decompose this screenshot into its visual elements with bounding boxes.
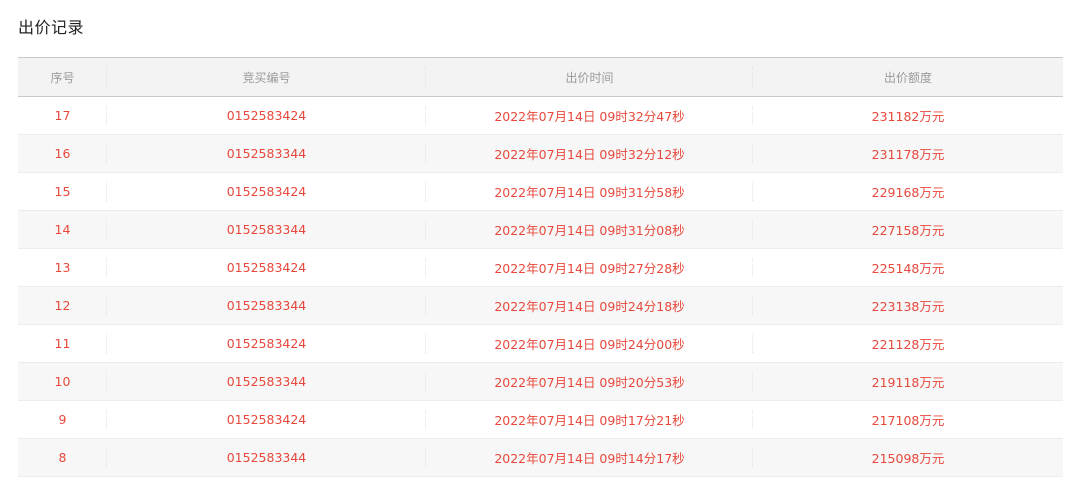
table-row: 11 0152583424 2022年07月14日 09时24分00秒 2211…: [18, 324, 1063, 363]
cell-seq: 14: [18, 211, 107, 249]
cell-bidder-no: 0152583344: [107, 135, 426, 173]
cell-bid-amount: 215098万元: [871, 451, 945, 466]
table-row: 15 0152583424 2022年07月14日 09时31分58秒 2291…: [18, 172, 1063, 211]
table-row: 14 0152583344 2022年07月14日 09时31分08秒 2271…: [18, 210, 1063, 249]
cell-bidder-no: 0152583424: [107, 249, 426, 287]
cell-seq: 13: [18, 249, 107, 287]
cell-bid-amount: 223138万元: [871, 299, 945, 314]
cell-bidder-no: 0152583344: [107, 363, 426, 401]
cell-bid-time: 2022年07月14日 09时20分53秒: [426, 363, 753, 401]
cell-seq: 12: [18, 287, 107, 325]
cell-bid-time: 2022年07月14日 09时32分12秒: [426, 135, 753, 173]
column-header-bidder-no: 竞买编号: [107, 58, 426, 97]
column-header-bid-time: 出价时间: [426, 58, 753, 97]
cell-bid-amount: 221128万元: [871, 337, 945, 352]
table-row: 16 0152583344 2022年07月14日 09时32分12秒 2311…: [18, 134, 1063, 173]
cell-bid-amount: 231178万元: [871, 147, 945, 162]
cell-bidder-no: 0152583344: [107, 439, 426, 477]
cell-bidder-no: 0152583344: [107, 211, 426, 249]
cell-seq: 16: [18, 135, 107, 173]
cell-bid-time: 2022年07月14日 09时24分18秒: [426, 287, 753, 325]
cell-seq: 15: [18, 173, 107, 211]
cell-seq: 8: [18, 439, 107, 477]
table-body: 17 0152583424 2022年07月14日 09时32分47秒 2311…: [18, 96, 1063, 477]
cell-bidder-no: 0152583344: [107, 287, 426, 325]
cell-seq: 10: [18, 363, 107, 401]
table-header: 序号 竞买编号 出价时间 出价额度: [18, 57, 1063, 97]
cell-bidder-no: 0152583424: [107, 401, 426, 439]
cell-bid-time: 2022年07月14日 09时32分47秒: [426, 97, 753, 135]
cell-bid-time: 2022年07月14日 09时24分00秒: [426, 325, 753, 363]
cell-bid-time: 2022年07月14日 09时17分21秒: [426, 401, 753, 439]
bid-record-table: 序号 竞买编号 出价时间 出价额度 17 0152583424 2022年07月…: [18, 57, 1063, 477]
table-header-row: 序号 竞买编号 出价时间 出价额度: [18, 57, 1063, 97]
bid-table: 序号 竞买编号 出价时间 出价额度 17 0152583424 2022年07月…: [18, 57, 1063, 477]
cell-seq: 9: [18, 401, 107, 439]
page-title: 出价记录: [18, 18, 85, 37]
cell-bid-amount: 225148万元: [871, 261, 945, 276]
cell-bid-amount: 231182万元: [871, 109, 945, 124]
cell-bid-time: 2022年07月14日 09时31分58秒: [426, 173, 753, 211]
table-row: 12 0152583344 2022年07月14日 09时24分18秒 2231…: [18, 286, 1063, 325]
table-row: 9 0152583424 2022年07月14日 09时17分21秒 21710…: [18, 400, 1063, 439]
cell-bid-time: 2022年07月14日 09时31分08秒: [426, 211, 753, 249]
cell-seq: 11: [18, 325, 107, 363]
cell-bid-amount: 217108万元: [871, 413, 945, 428]
table-row: 8 0152583344 2022年07月14日 09时14分17秒 21509…: [18, 438, 1063, 477]
table-row: 17 0152583424 2022年07月14日 09时32分47秒 2311…: [18, 96, 1063, 135]
cell-seq: 17: [18, 97, 107, 135]
cell-bid-time: 2022年07月14日 09时14分17秒: [426, 439, 753, 477]
table-row: 10 0152583344 2022年07月14日 09时20分53秒 2191…: [18, 362, 1063, 401]
cell-bid-amount: 227158万元: [871, 223, 945, 238]
cell-bid-amount: 219118万元: [871, 375, 945, 390]
table-row: 13 0152583424 2022年07月14日 09时27分28秒 2251…: [18, 248, 1063, 287]
cell-bid-amount: 229168万元: [871, 185, 945, 200]
cell-bidder-no: 0152583424: [107, 173, 426, 211]
cell-bidder-no: 0152583424: [107, 325, 426, 363]
cell-bid-time: 2022年07月14日 09时27分28秒: [426, 249, 753, 287]
column-header-seq: 序号: [18, 58, 107, 97]
column-header-bid-amount: 出价额度: [883, 70, 932, 85]
cell-bidder-no: 0152583424: [107, 97, 426, 135]
